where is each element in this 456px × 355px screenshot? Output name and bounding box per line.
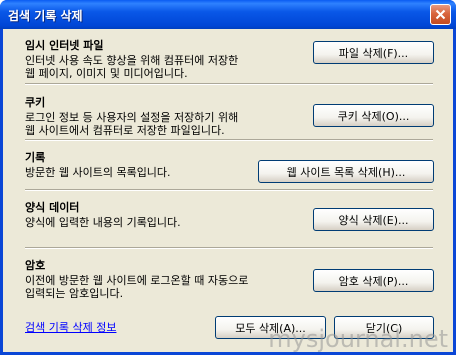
dialog-body: 임시 인터넷 파일 인터넷 사용 속도 향상을 위해 컴퓨터에 저장한 웹 페이…	[3, 29, 453, 352]
close-icon	[435, 9, 446, 20]
dialog-window: 검색 기록 삭제 임시 인터넷 파일 인터넷 사용 속도 향상을 위해 컴퓨터에…	[0, 0, 456, 355]
delete-cookies-button[interactable]: 쿠키 삭제(O)...	[313, 104, 434, 127]
close-button[interactable]	[430, 4, 451, 25]
separator	[25, 189, 433, 191]
delete-history-info-link[interactable]: 검색 기록 삭제 정보	[25, 319, 116, 335]
section-desc-line2: 웹 페이지, 이미지 및 미디어입니다.	[25, 67, 188, 80]
window-title: 검색 기록 삭제	[8, 9, 83, 23]
separator	[25, 139, 433, 141]
delete-passwords-button[interactable]: 암호 삭제(P)...	[313, 269, 434, 292]
watermark: mysjournal.net	[268, 325, 448, 353]
delete-forms-button[interactable]: 양식 삭제(E)...	[313, 208, 434, 231]
separator	[25, 83, 433, 85]
separator	[25, 247, 433, 249]
delete-files-button[interactable]: 파일 삭제(F)...	[313, 41, 434, 64]
title-bar[interactable]: 검색 기록 삭제	[0, 0, 456, 29]
delete-history-button[interactable]: 웹 사이트 목록 삭제(H)...	[258, 160, 434, 183]
